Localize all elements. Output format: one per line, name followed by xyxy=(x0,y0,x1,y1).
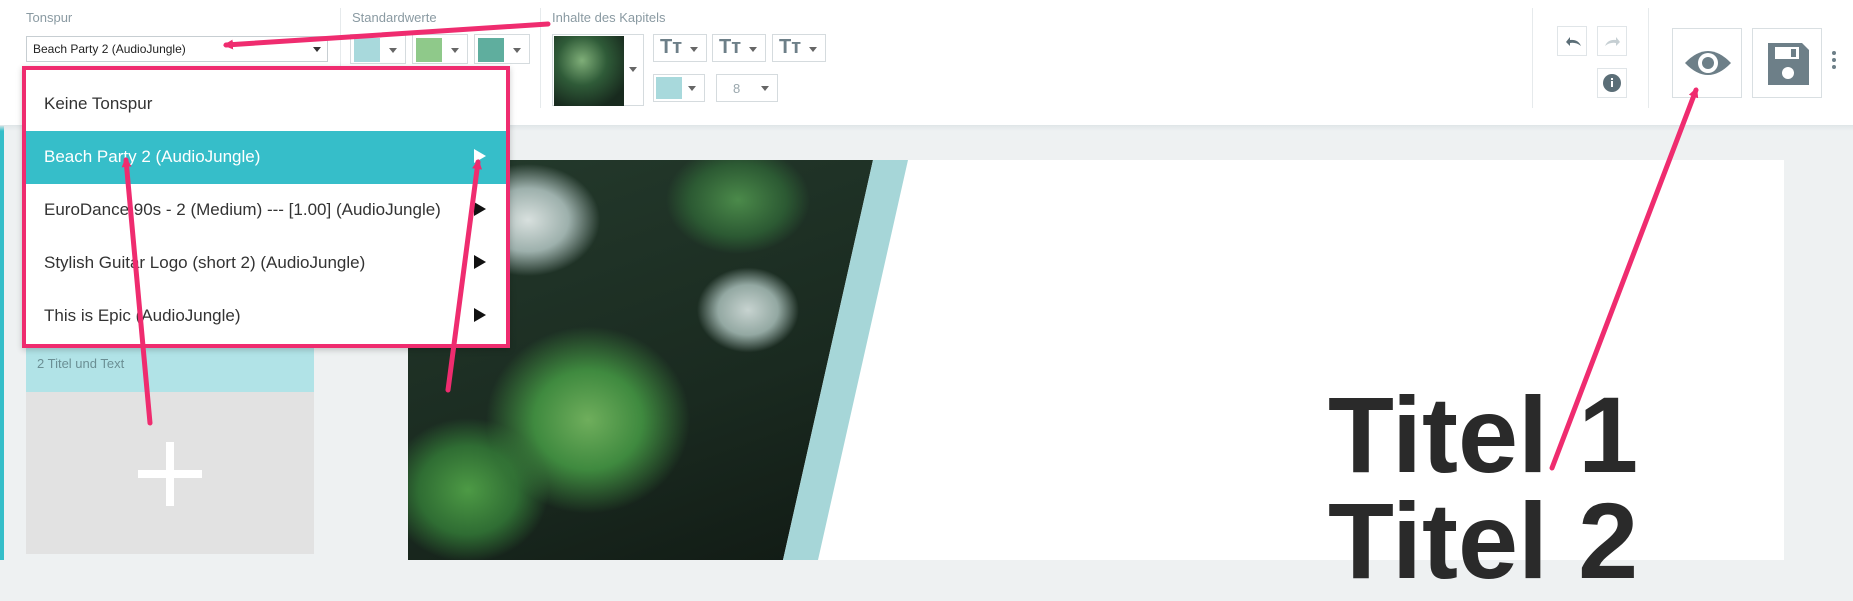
section-label-inhalte: Inhalte des Kapitels xyxy=(552,10,666,25)
undo-button[interactable] xyxy=(1557,26,1587,56)
floppy-disk-icon xyxy=(1768,43,1809,85)
font-style-1-button[interactable]: Tт xyxy=(653,34,707,62)
text-color-picker[interactable] xyxy=(653,74,705,102)
play-icon[interactable] xyxy=(474,308,486,322)
track-select-value: Beach Party 2 (AudioJungle) xyxy=(33,42,186,56)
dropdown-item-label: Keine Tonspur xyxy=(44,94,153,113)
chevron-down-icon xyxy=(749,47,757,52)
default-color-1-picker[interactable] xyxy=(350,34,406,64)
dropdown-item-eurodance[interactable]: EuroDance 90s - 2 (Medium) --- [1.00] (A… xyxy=(26,184,506,237)
dropdown-item-label: This is Epic (AudioJungle) xyxy=(44,306,241,325)
chevron-down-icon xyxy=(313,47,321,52)
track-dropdown-menu: Keine Tonspur Beach Party 2 (AudioJungle… xyxy=(22,66,510,348)
slide-title[interactable]: Titel 1 Titel 2 xyxy=(1328,374,1639,601)
vertical-dots-icon[interactable] xyxy=(1832,50,1836,70)
color-swatch xyxy=(478,38,504,62)
color-swatch xyxy=(416,38,442,62)
redo-button[interactable] xyxy=(1597,26,1627,56)
info-icon xyxy=(1603,74,1621,92)
chevron-down-icon xyxy=(629,67,637,72)
color-swatch xyxy=(656,77,682,99)
text-size-icon: Tт xyxy=(719,36,742,58)
chevron-down-icon xyxy=(451,48,459,53)
plus-icon xyxy=(166,442,174,506)
font-size-select[interactable]: 8 xyxy=(716,74,778,102)
section-label-tonspur: Tonspur xyxy=(26,10,73,25)
add-chapter-button[interactable] xyxy=(26,392,314,554)
dropdown-item-beach-party[interactable]: Beach Party 2 (AudioJungle) xyxy=(26,131,506,184)
preview-button[interactable] xyxy=(1672,28,1742,98)
font-style-2-button[interactable]: Tт xyxy=(712,34,766,62)
play-icon[interactable] xyxy=(474,149,486,163)
font-style-3-button[interactable]: Tт xyxy=(772,34,826,62)
slide-title-line-1: Titel 1 xyxy=(1328,374,1639,495)
text-size-icon: Tт xyxy=(779,36,802,58)
default-color-3-picker[interactable] xyxy=(474,34,530,64)
slide-title-line-2: Titel 2 xyxy=(1328,480,1639,601)
dropdown-item-this-is-epic[interactable]: This is Epic (AudioJungle) xyxy=(26,290,506,343)
play-icon[interactable] xyxy=(474,202,486,216)
chapter-image-picker[interactable] xyxy=(552,34,644,106)
dropdown-item-label: Beach Party 2 (AudioJungle) xyxy=(44,147,261,166)
chevron-down-icon xyxy=(809,47,817,52)
redo-icon xyxy=(1605,37,1620,46)
chevron-down-icon xyxy=(389,48,397,53)
chevron-down-icon xyxy=(690,47,698,52)
divider xyxy=(1532,8,1533,108)
divider xyxy=(540,8,541,108)
eye-icon xyxy=(1685,51,1731,75)
default-color-2-picker[interactable] xyxy=(412,34,468,64)
dropdown-item-label: EuroDance 90s - 2 (Medium) --- [1.00] (A… xyxy=(44,200,441,219)
save-button[interactable] xyxy=(1752,28,1822,98)
chapter-thumbnail-image xyxy=(554,36,624,106)
dropdown-item-stylish-guitar[interactable]: Stylish Guitar Logo (short 2) (AudioJung… xyxy=(26,237,506,290)
divider xyxy=(1648,8,1649,108)
chapter-template-panel: 2 Titel und Text xyxy=(26,340,314,554)
dropdown-item-label: Stylish Guitar Logo (short 2) (AudioJung… xyxy=(44,253,366,272)
chevron-down-icon xyxy=(761,86,769,91)
text-size-icon: Tт xyxy=(660,36,683,58)
undo-icon xyxy=(1566,37,1581,46)
font-size-value: 8 xyxy=(733,81,741,96)
play-icon[interactable] xyxy=(474,255,486,269)
track-select[interactable]: Beach Party 2 (AudioJungle) xyxy=(26,36,328,62)
chevron-down-icon xyxy=(688,86,696,91)
slide-canvas[interactable]: Titel 1 Titel 2 xyxy=(408,160,1784,595)
section-label-standardwerte: Standardwerte xyxy=(352,10,437,25)
info-button[interactable] xyxy=(1597,68,1627,98)
chevron-down-icon xyxy=(513,48,521,53)
dropdown-item-keine-tonspur[interactable]: Keine Tonspur xyxy=(26,78,506,131)
color-swatch xyxy=(354,38,380,62)
